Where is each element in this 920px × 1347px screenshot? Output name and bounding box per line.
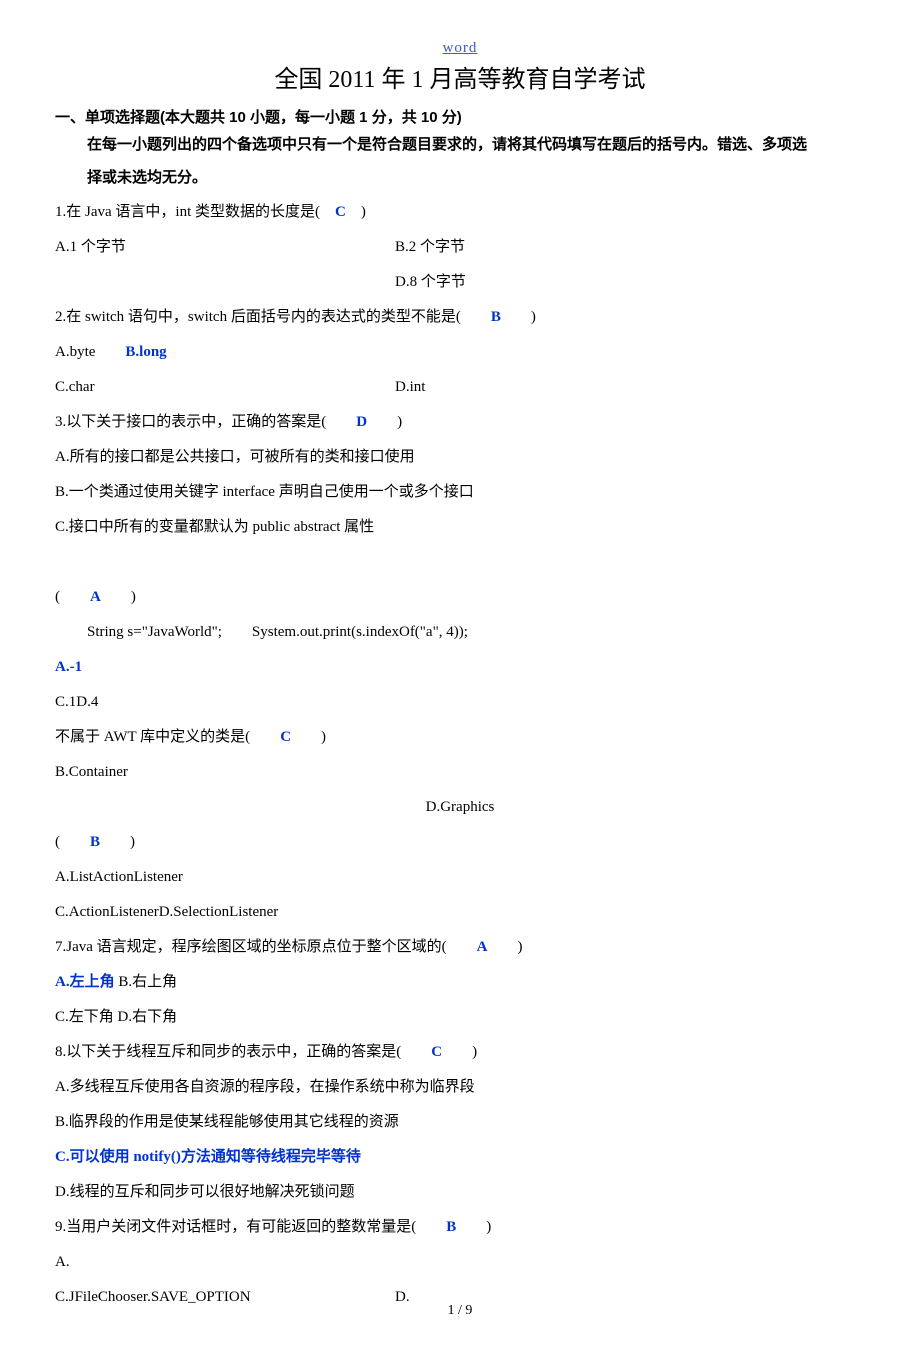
q9-stem-text: 9.当用户关闭文件对话框时，有可能返回的整数常量是( <box>55 1219 446 1235</box>
q9-stem: 9.当用户关闭文件对话框时，有可能返回的整数常量是( B ) <box>55 1212 865 1242</box>
q2-answer: B <box>491 309 501 325</box>
q5-option-b: B.Container <box>55 757 865 787</box>
q2-stem: 2.在 switch 语句中，switch 后面括号内的表达式的类型不能是( B… <box>55 302 865 332</box>
q1-option-b: B.2 个字节 <box>395 232 865 262</box>
q6-answer: B <box>90 834 100 850</box>
q7-answer: A <box>477 939 488 955</box>
page-number: 1 / 9 <box>0 1303 920 1319</box>
q1-options-row2: D.8 个字节 <box>55 267 865 297</box>
q6-open: ( <box>55 834 90 850</box>
q2-option-c: C.char <box>55 372 395 402</box>
q4-option-cd: C.1D.4 <box>55 687 865 717</box>
q4-option-a-answer: A.-1 <box>55 652 865 682</box>
q1-stem-text: 1.在 Java 语言中，int 类型数据的长度是( <box>55 204 335 220</box>
q5-stem-text: 不属于 AWT 库中定义的类是( <box>55 729 280 745</box>
q8-option-d: D.线程的互斥和同步可以很好地解决死锁问题 <box>55 1177 865 1207</box>
q8-stem-after: ) <box>442 1044 477 1060</box>
q6-option-a: A.ListActionListener <box>55 862 865 892</box>
q3-option-c: C.接口中所有的变量都默认为 public abstract 属性 <box>55 512 865 542</box>
q6-option-cd: C.ActionListenerD.SelectionListener <box>55 897 865 927</box>
blank-line-1 <box>55 547 865 577</box>
q5-option-d: D.Graphics <box>55 792 865 822</box>
q2-options-row1: A.byte B.long <box>55 337 865 367</box>
q7-options-row1: A.左上角 B.右上角 <box>55 967 865 997</box>
q4-answer: A <box>90 589 101 605</box>
q4-close: ) <box>101 589 136 605</box>
q8-stem-text: 8.以下关于线程互斥和同步的表示中，正确的答案是( <box>55 1044 431 1060</box>
q1-options-row1: A.1 个字节 B.2 个字节 <box>55 232 865 262</box>
q9-option-a: A. <box>55 1247 865 1277</box>
q2-option-b-answer: B.long <box>125 344 166 360</box>
q9-answer: B <box>446 1219 456 1235</box>
q4-code: String s="JavaWorld"; System.out.print(s… <box>55 617 865 647</box>
q9-stem-after: ) <box>456 1219 491 1235</box>
q3-answer: D <box>356 414 367 430</box>
q7-stem-after: ) <box>488 939 523 955</box>
q8-option-c-answer: C.可以使用 notify()方法通知等待线程完毕等待 <box>55 1142 865 1172</box>
q2-option-a: A.byte <box>55 344 125 360</box>
document-title: 全国 2011 年 1 月高等教育自学考试 <box>55 59 865 94</box>
q1-option-d: D.8 个字节 <box>395 267 865 297</box>
q1-stem: 1.在 Java 语言中，int 类型数据的长度是( C ) <box>55 197 865 227</box>
q8-stem: 8.以下关于线程互斥和同步的表示中，正确的答案是( C ) <box>55 1037 865 1067</box>
q2-option-d: D.int <box>395 372 865 402</box>
q2-options-row2: C.char D.int <box>55 372 865 402</box>
q4-stem: ( A ) <box>55 582 865 612</box>
q7-stem-text: 7.Java 语言规定，程序绘图区域的坐标原点位于整个区域的( <box>55 939 477 955</box>
q7-stem: 7.Java 语言规定，程序绘图区域的坐标原点位于整个区域的( A ) <box>55 932 865 962</box>
instruction-line-2: 择或未选均无分。 <box>55 164 865 193</box>
document-page: word 全国 2011 年 1 月高等教育自学考试 一、单项选择题(本大题共 … <box>0 0 920 1347</box>
q5-stem: 不属于 AWT 库中定义的类是( C ) <box>55 722 865 752</box>
q1-answer: C <box>335 204 346 220</box>
q3-stem-after: ) <box>367 414 402 430</box>
q6-close: ) <box>100 834 135 850</box>
q2-stem-after: ) <box>501 309 536 325</box>
q3-option-a: A.所有的接口都是公共接口，可被所有的类和接口使用 <box>55 442 865 472</box>
q5-stem-after: ) <box>291 729 326 745</box>
q3-stem: 3.以下关于接口的表示中，正确的答案是( D ) <box>55 407 865 437</box>
q2-stem-text: 2.在 switch 语句中，switch 后面括号内的表达式的类型不能是( <box>55 309 491 325</box>
q7-option-b: B.右上角 <box>115 974 178 990</box>
q6-stem: ( B ) <box>55 827 865 857</box>
q7-options-row2: C.左下角 D.右下角 <box>55 1002 865 1032</box>
section-heading: 一、单项选择题(本大题共 10 小题，每一小题 1 分，共 10 分) <box>55 106 865 127</box>
instruction-line-1: 在每一小题列出的四个备选项中只有一个是符合题目要求的，请将其代码填写在题后的括号… <box>55 131 865 160</box>
q7-option-a-answer: A.左上角 <box>55 974 115 990</box>
q8-option-a: A.多线程互斥使用各自资源的程序段，在操作系统中称为临界段 <box>55 1072 865 1102</box>
q1-option-a: A.1 个字节 <box>55 232 395 262</box>
q8-answer: C <box>431 1044 442 1060</box>
q3-stem-text: 3.以下关于接口的表示中，正确的答案是( <box>55 414 356 430</box>
header-word-label: word <box>55 40 865 57</box>
q5-answer: C <box>280 729 291 745</box>
q8-option-b: B.临界段的作用是使某线程能够使用其它线程的资源 <box>55 1107 865 1137</box>
q4-open: ( <box>55 589 90 605</box>
q3-option-b: B.一个类通过使用关键字 interface 声明自己使用一个或多个接口 <box>55 477 865 507</box>
q1-stem-after: ) <box>346 204 366 220</box>
q1-option-c-empty <box>55 267 395 297</box>
